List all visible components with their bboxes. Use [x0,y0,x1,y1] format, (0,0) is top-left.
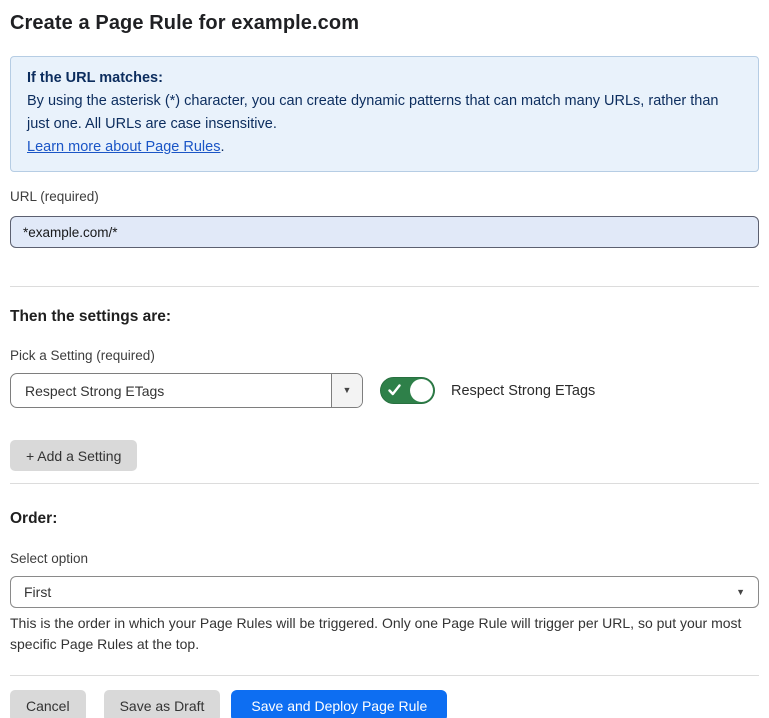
chevron-down-icon: ▼ [343,386,352,395]
order-section-heading: Order: [10,510,759,528]
footer-divider [10,675,759,676]
cancel-button[interactable]: Cancel [10,690,86,718]
toggle-knob [410,379,433,402]
settings-section-heading: Then the settings are: [10,308,759,326]
save-and-deploy-button[interactable]: Save and Deploy Page Rule [231,690,447,718]
page-rule-form: Create a Page Rule for example.com If th… [0,0,769,718]
url-field-label: URL (required) [10,189,759,204]
info-box-link-line: Learn more about Page Rules. [27,136,742,159]
info-box-body: By using the asterisk (*) character, you… [27,90,742,136]
chevron-down-icon: ▼ [736,588,745,597]
link-period: . [220,139,224,155]
select-option-label: Select option [10,551,759,566]
section-divider [10,286,759,287]
footer-buttons: Cancel Save as Draft Save and Deploy Pag… [10,690,759,718]
page-title: Create a Page Rule for example.com [10,12,759,35]
add-setting-button[interactable]: + Add a Setting [10,440,137,471]
pick-setting-label: Pick a Setting (required) [10,348,759,363]
order-select-value: First [24,584,736,600]
setting-dropdown[interactable]: Respect Strong ETags ▼ [10,373,363,408]
order-select[interactable]: First ▼ [10,576,759,608]
toggle-label: Respect Strong ETags [451,383,595,399]
url-input[interactable] [10,216,759,248]
setting-dropdown-value: Respect Strong ETags [11,374,331,407]
section-divider [10,483,759,484]
setting-row: Respect Strong ETags ▼ Respect Strong ET… [10,373,759,408]
check-icon [388,384,401,396]
setting-dropdown-arrow-button[interactable]: ▼ [331,374,362,407]
info-box-heading: If the URL matches: [27,67,742,90]
url-matches-info-box: If the URL matches: By using the asteris… [10,56,759,172]
respect-strong-etags-toggle[interactable] [380,377,435,404]
order-help-text: This is the order in which your Page Rul… [10,613,759,655]
learn-more-link[interactable]: Learn more about Page Rules [27,139,220,155]
save-as-draft-button[interactable]: Save as Draft [104,690,221,718]
